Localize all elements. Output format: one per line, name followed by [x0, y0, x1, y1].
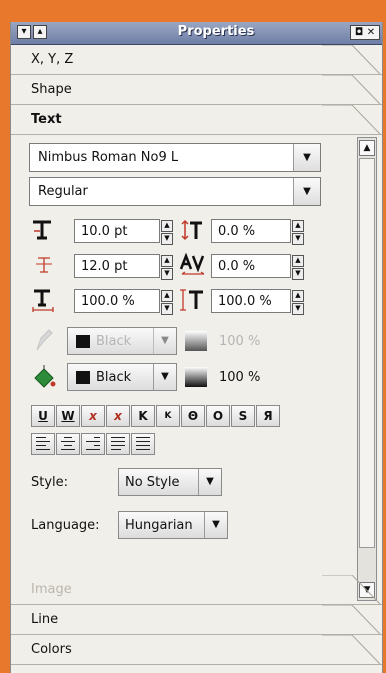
chevron-down-icon[interactable]: ▼ [204, 512, 227, 538]
spin-buttons[interactable]: ▲ ▼ [161, 220, 173, 245]
window-title: Properties [177, 24, 255, 39]
stroke-shade-value[interactable]: 100 % [219, 334, 260, 349]
chevron-down-icon[interactable]: ▼ [293, 178, 320, 205]
subscript-button[interactable]: x [81, 405, 105, 427]
expand-button[interactable]: ▴ [33, 25, 47, 39]
shade-gradient-icon [185, 331, 207, 351]
font-size-value: 10.0 pt [81, 224, 128, 239]
tab-slant-icon [322, 575, 381, 605]
align-left-button[interactable] [31, 433, 55, 455]
small-caps-button[interactable]: K [156, 405, 180, 427]
horizontal-scaling-icon [32, 289, 54, 312]
baseline-offset-icon [181, 219, 202, 241]
section-image-label: Image [31, 582, 72, 597]
tab-slant-icon [322, 605, 381, 635]
tab-slant-icon [322, 45, 381, 75]
spin-buttons[interactable]: ▲ ▼ [292, 255, 304, 280]
horizontal-scaling-field[interactable]: 100.0 % ▲ ▼ [74, 289, 173, 315]
outline-button[interactable]: O [206, 405, 230, 427]
section-shape[interactable]: Shape [11, 75, 382, 105]
fill-color-label: Black [96, 370, 132, 385]
line-spacing-icon [36, 257, 52, 273]
pen-icon [36, 329, 53, 351]
section-shape-label: Shape [31, 82, 72, 97]
align-forced-button[interactable] [131, 433, 155, 455]
section-xyz-label: X, Y, Z [31, 52, 74, 67]
fill-color-swatch [76, 371, 90, 384]
vertical-scaling-icon [180, 289, 203, 311]
section-text-label: Text [31, 112, 62, 127]
font-family-select[interactable]: Nimbus Roman No9 L ▼ [29, 143, 321, 172]
tracking-field[interactable]: 0.0 % ▲ ▼ [211, 254, 304, 280]
language-value: Hungarian [125, 518, 193, 533]
align-justify-button[interactable] [106, 433, 130, 455]
superscript-button[interactable]: x [106, 405, 130, 427]
align-right-button[interactable] [81, 433, 105, 455]
shadow-button[interactable]: S [231, 405, 255, 427]
fill-color-select[interactable]: Black ▼ [67, 363, 177, 391]
spin-buttons[interactable]: ▲ ▼ [292, 290, 304, 315]
chevron-down-icon[interactable]: ▼ [153, 328, 176, 354]
section-colors[interactable]: Colors [11, 635, 382, 665]
underline-words-button[interactable]: W [56, 405, 80, 427]
underline-button[interactable]: U [31, 405, 55, 427]
language-select[interactable]: Hungarian ▼ [118, 511, 228, 539]
vertical-scaling-field[interactable]: 100.0 % ▲ ▼ [211, 289, 304, 315]
section-text[interactable]: Text [11, 105, 382, 135]
stroke-color-label: Black [96, 334, 132, 349]
font-style-value: Regular [38, 184, 88, 199]
style-value: No Style [125, 475, 180, 490]
tracking-icon [179, 253, 205, 275]
tab-slant-icon [322, 105, 381, 135]
all-caps-button[interactable]: K [131, 405, 155, 427]
line-spacing-field[interactable]: 12.0 pt ▲ ▼ [74, 254, 173, 280]
spin-buttons[interactable]: ▲ ▼ [161, 290, 173, 315]
section-line-label: Line [31, 612, 59, 627]
tab-slant-icon [322, 75, 381, 105]
chevron-down-icon[interactable]: ▼ [153, 364, 176, 390]
language-label: Language: [31, 518, 100, 533]
vertical-scrollbar[interactable]: ▲ ▼ [357, 137, 377, 601]
collapse-button[interactable]: ▾ [17, 25, 31, 39]
font-family-value: Nimbus Roman No9 L [38, 150, 179, 165]
shade-gradient-icon [185, 367, 207, 387]
scroll-up-button[interactable]: ▲ [359, 140, 375, 156]
window-controls[interactable]: ◘ ✕ [350, 25, 380, 40]
title-bar[interactable]: ▾ ▴ Properties ◘ ✕ [11, 22, 382, 45]
stroke-color-swatch [76, 335, 90, 348]
baseline-offset-field[interactable]: 0.0 % ▲ ▼ [211, 219, 304, 245]
section-line[interactable]: Line [11, 605, 382, 635]
vertical-scaling-value: 100.0 % [218, 294, 272, 309]
line-spacing-value: 12.0 pt [81, 259, 128, 274]
tracking-value: 0.0 % [218, 259, 256, 274]
chevron-down-icon[interactable]: ▼ [293, 144, 320, 171]
strikethrough-button[interactable]: Θ [181, 405, 205, 427]
fill-shade-value[interactable]: 100 % [219, 370, 260, 385]
align-center-button[interactable] [56, 433, 80, 455]
font-size-field[interactable]: 10.0 pt ▲ ▼ [74, 219, 173, 245]
horizontal-scaling-value: 100.0 % [81, 294, 135, 309]
scrollbar-thumb[interactable] [359, 158, 375, 548]
spin-buttons[interactable]: ▲ ▼ [161, 255, 173, 280]
spin-buttons[interactable]: ▲ ▼ [292, 220, 304, 245]
style-label: Style: [31, 475, 69, 490]
fill-bucket-icon [34, 365, 56, 388]
properties-panel: ▾ ▴ Properties ◘ ✕ X, Y, Z Shape Text Ni… [10, 22, 383, 673]
stroke-color-select[interactable]: Black ▼ [67, 327, 177, 355]
baseline-offset-value: 0.0 % [218, 224, 256, 239]
section-image: Image [11, 575, 382, 605]
section-xyz[interactable]: X, Y, Z [11, 45, 382, 75]
tab-slant-icon [322, 635, 381, 665]
right-to-left-button[interactable]: Я [256, 405, 280, 427]
font-size-icon [33, 220, 51, 240]
style-select[interactable]: No Style ▼ [118, 468, 222, 496]
section-colors-label: Colors [31, 642, 72, 657]
font-style-select[interactable]: Regular ▼ [29, 177, 321, 206]
chevron-down-icon[interactable]: ▼ [198, 469, 221, 495]
